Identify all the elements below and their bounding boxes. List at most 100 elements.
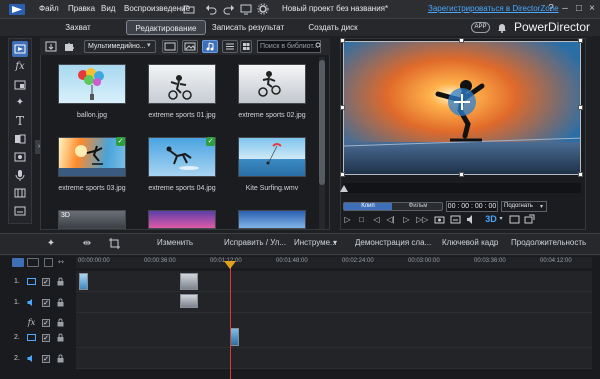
close-icon[interactable]: ×: [585, 3, 599, 15]
chevron-down-icon[interactable]: ▾: [497, 214, 505, 225]
tab-produce[interactable]: Записать результат: [208, 20, 288, 35]
fit-timeline-icon[interactable]: ⇿: [58, 258, 64, 266]
media-thumb-blue[interactable]: [238, 210, 306, 229]
track-2-video[interactable]: [76, 327, 592, 348]
library-search-input[interactable]: Поиск в библиот...: [257, 40, 321, 53]
track-enable-checkbox[interactable]: ✓: [42, 334, 50, 342]
tools-dropdown-button[interactable]: Инструме...: [294, 238, 337, 247]
preview-seek-bar[interactable]: [343, 183, 581, 193]
previous-frame-icon[interactable]: ◁: [371, 214, 382, 225]
snapshot-camera-icon[interactable]: [434, 214, 445, 225]
timeline-clip[interactable]: [180, 273, 198, 290]
lock-icon[interactable]: [56, 318, 65, 327]
fast-forward-icon[interactable]: ▷▷: [416, 214, 428, 225]
search-icon[interactable]: [315, 41, 321, 51]
voice-over-microphone-icon[interactable]: [12, 167, 28, 183]
transition-room-icon[interactable]: [12, 131, 28, 147]
timeline-clip[interactable]: [79, 273, 88, 290]
timeline-clip[interactable]: [180, 294, 198, 308]
title-room-icon[interactable]: T: [12, 113, 28, 129]
rewind-icon[interactable]: ◁|: [385, 214, 396, 225]
timeline-clip[interactable]: [230, 328, 239, 346]
track-enable-checkbox[interactable]: ✓: [42, 278, 50, 286]
track-2-audio[interactable]: [76, 348, 592, 369]
library-menu-icon[interactable]: [222, 40, 238, 53]
lock-icon[interactable]: [56, 298, 65, 307]
track-enable-checkbox[interactable]: ✓: [42, 319, 50, 327]
settings-gear-icon[interactable]: [257, 3, 269, 15]
pip-room-icon[interactable]: [12, 77, 28, 93]
play-icon[interactable]: ▷: [342, 214, 353, 225]
fix-enhance-button[interactable]: Исправить / Ул...: [224, 238, 286, 247]
undock-preview-icon[interactable]: [524, 214, 535, 225]
library-scroll-thumb[interactable]: [319, 60, 325, 185]
resize-handle[interactable]: [340, 38, 345, 43]
minimize-icon[interactable]: –: [558, 3, 572, 15]
menu-file[interactable]: Файл: [39, 4, 59, 13]
split-clip-icon[interactable]: ⇹: [80, 237, 94, 250]
media-room-icon[interactable]: [12, 41, 28, 57]
subtitle-toggle-icon[interactable]: [450, 214, 461, 225]
resize-handle[interactable]: [459, 38, 464, 43]
app-badge[interactable]: APP: [471, 22, 490, 33]
resize-handle[interactable]: [578, 105, 583, 110]
slideshow-designer-button[interactable]: Демонстрация сла...: [355, 238, 431, 247]
media-thumb-kite-surfing[interactable]: [238, 137, 306, 177]
fullscreen-icon[interactable]: [509, 214, 520, 225]
seek-slider-handle[interactable]: [340, 185, 348, 192]
media-thumb-3d[interactable]: 3D: [58, 210, 126, 229]
help-icon[interactable]: ?: [544, 3, 558, 15]
next-frame-icon[interactable]: ▷: [401, 214, 412, 225]
redo-icon[interactable]: [223, 3, 235, 15]
filter-audio-icon[interactable]: [202, 40, 218, 53]
menu-playback[interactable]: Воспроизведение: [124, 4, 190, 13]
media-thumb-extreme-sports-02[interactable]: [238, 64, 306, 104]
folder-icon[interactable]: [183, 3, 195, 15]
track-enable-checkbox[interactable]: ✓: [42, 299, 50, 307]
keyframe-button[interactable]: Ключевой кадр: [442, 238, 498, 247]
track-1-video[interactable]: [76, 271, 592, 292]
resize-handle[interactable]: [459, 172, 464, 177]
audio-mix-room-icon[interactable]: [12, 149, 28, 165]
menu-edit[interactable]: Правка: [68, 4, 95, 13]
undo-icon[interactable]: [205, 3, 217, 15]
resize-handle[interactable]: [340, 172, 345, 177]
modify-button[interactable]: Изменить: [157, 238, 193, 247]
menu-view[interactable]: Вид: [101, 4, 115, 13]
stop-icon[interactable]: □: [356, 214, 367, 225]
register-directorzone-link[interactable]: Зарегистрироваться в DirectorZone: [428, 4, 559, 13]
track-enable-checkbox[interactable]: ✓: [42, 355, 50, 363]
plugins-puzzle-icon[interactable]: [62, 40, 76, 53]
filter-video-icon[interactable]: [162, 40, 178, 53]
lock-icon[interactable]: [56, 277, 65, 286]
subtitle-room-icon[interactable]: [12, 203, 28, 219]
tab-clip[interactable]: Клип: [344, 203, 392, 210]
tab-movie[interactable]: Фильм: [394, 203, 442, 210]
chapter-room-icon[interactable]: [12, 185, 28, 201]
resize-handle[interactable]: [340, 105, 345, 110]
notification-bell-icon[interactable]: [497, 22, 507, 33]
filter-image-icon[interactable]: [182, 40, 198, 53]
media-content-select[interactable]: Мультимедийно...: [84, 40, 156, 53]
crop-icon[interactable]: [108, 237, 122, 250]
timecode-input[interactable]: 00 : 00 : 00 : 00: [446, 201, 498, 212]
particle-room-icon[interactable]: ✦: [12, 95, 28, 111]
duration-button[interactable]: Продолжительность: [511, 238, 586, 247]
timeline-view-icon[interactable]: [12, 258, 24, 267]
tab-capture[interactable]: Захват: [48, 20, 108, 35]
track-manager-icon[interactable]: [44, 258, 53, 267]
view-options-icon[interactable]: [240, 40, 252, 53]
tab-create-disc[interactable]: Создать диск: [296, 20, 370, 35]
lock-icon[interactable]: [56, 333, 65, 342]
3d-mode-toggle[interactable]: 3D: [484, 214, 498, 225]
fx-room-icon[interactable]: fx: [12, 59, 28, 75]
storyboard-view-icon[interactable]: [27, 258, 39, 267]
media-thumb-extreme-sports-01[interactable]: [148, 64, 216, 104]
monitor-icon[interactable]: [240, 3, 252, 15]
volume-speaker-icon[interactable]: [466, 214, 477, 225]
preview-video[interactable]: [343, 41, 581, 175]
track-1-audio[interactable]: [76, 292, 592, 313]
lock-icon[interactable]: [56, 354, 65, 363]
resize-handle[interactable]: [578, 172, 583, 177]
media-thumb-purple[interactable]: [148, 210, 216, 229]
